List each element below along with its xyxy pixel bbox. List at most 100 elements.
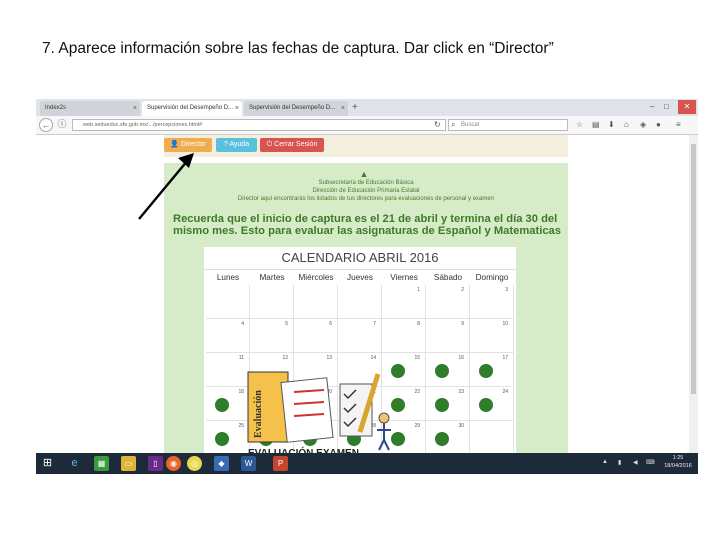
system-clock[interactable]: 1:25 18/04/2016 [662, 454, 694, 470]
calendar-day-cell: 9 [426, 319, 470, 353]
internet-explorer-icon[interactable]: e [67, 456, 82, 471]
reader-icon[interactable]: ▤ [592, 120, 600, 130]
capture-day-marker [215, 398, 229, 412]
calendar-day-cell: 4 [206, 319, 250, 353]
day-header: Miércoles [298, 273, 334, 282]
capture-day-marker [435, 364, 449, 378]
day-number: 23 [458, 389, 464, 395]
download-icon[interactable]: ⬇ [608, 120, 615, 130]
header-line: Subsecretaría de Educación Básica [318, 180, 414, 186]
day-number: 8 [417, 321, 420, 327]
folder-text: Evaluación [253, 390, 264, 438]
store-icon[interactable]: ▦ [94, 456, 109, 471]
reload-icon[interactable]: ↻ [434, 120, 441, 130]
app-icon[interactable]: ◆ [214, 456, 229, 471]
maximize-button[interactable]: □ [664, 100, 669, 114]
menu-icon[interactable]: ≡ [676, 120, 681, 130]
close-icon[interactable]: × [235, 101, 239, 116]
day-number: 6 [329, 321, 332, 327]
scrollbar-thumb[interactable] [691, 144, 696, 394]
home-icon[interactable]: ▲ [359, 170, 369, 179]
close-icon[interactable]: × [133, 101, 137, 116]
network-icon[interactable]: ▮ [618, 459, 621, 466]
day-number: 15 [414, 355, 420, 361]
calendar-day-cell: 8 [382, 319, 426, 353]
word-icon[interactable]: W [241, 456, 256, 471]
file-explorer-icon[interactable]: ▭ [121, 456, 136, 471]
paper-shape [280, 377, 334, 443]
day-number: 4 [241, 321, 244, 327]
account-icon[interactable]: ● [656, 120, 661, 130]
window-close-button[interactable]: ✕ [678, 100, 696, 114]
back-arrow-icon[interactable]: ← [39, 118, 53, 132]
calendar-day-cell: 16 [426, 353, 470, 387]
calendar: CALENDARIO ABRIL 2016 Lunes Martes Miércol… [204, 247, 516, 459]
calendar-day-cell: 17 [470, 353, 514, 387]
help-icon: ? [223, 141, 228, 148]
instruction-text: 7. Aparece información sobre las fechas … [42, 40, 554, 57]
folder-label: Evaluación [253, 390, 264, 438]
search-icon: ⌕ [451, 120, 456, 129]
calendar-day-cell: 24 [470, 387, 514, 421]
tab-supervision-2[interactable]: Supervisión del Desempeño D... × [244, 101, 348, 116]
divider [204, 269, 516, 270]
day-number: 14 [370, 355, 376, 361]
lock-icon: ⓘ [57, 119, 67, 129]
header-line: Director aquí encontrarás los listados d… [237, 196, 495, 202]
power-icon: ⏻ [266, 141, 273, 148]
onenote-icon[interactable]: ▯ [148, 456, 163, 471]
calendar-day-cell: 6 [294, 319, 338, 353]
help-label: Ayuda [229, 141, 250, 148]
calendar-day-cell [250, 285, 294, 319]
capture-day-marker [479, 364, 493, 378]
url-bar[interactable]: web.sedueduc.sfe.gob.mx/.../percepciones… [72, 119, 446, 131]
director-label: Director [181, 141, 206, 148]
clock-time: 1:25 [672, 455, 684, 461]
day-number: 5 [285, 321, 288, 327]
help-button[interactable]: ? Ayuda [216, 138, 257, 152]
capture-day-marker [435, 398, 449, 412]
capture-notice: Recuerda que el inicio de captura es el … [173, 213, 562, 237]
calendar-day-cell: 3 [470, 285, 514, 319]
minimize-button[interactable]: – [650, 100, 654, 114]
day-header: Sábado [433, 273, 463, 282]
tab-label: Index2s [45, 105, 67, 111]
windows-start-icon[interactable]: ⊞ [40, 456, 55, 471]
capture-day-marker [435, 432, 449, 446]
calendar-day-cell: 30 [426, 421, 470, 455]
browser-tab-bar: Index2s × Supervisión del Desempeño D...… [36, 99, 698, 116]
calendar-day-cell: 23 [426, 387, 470, 421]
tab-supervision-1[interactable]: Supervisión del Desempeño D... × [142, 101, 242, 116]
calendar-day-cell: 1 [382, 285, 426, 319]
volume-icon[interactable]: ◀ [633, 459, 638, 466]
day-header: Jueves [347, 273, 373, 282]
tray-arrow-icon[interactable]: ▲ [602, 459, 608, 465]
person-head [378, 412, 390, 424]
day-header: Viernes [390, 273, 418, 282]
firefox-icon[interactable]: ◉ [166, 456, 181, 471]
star-icon[interactable]: ☆ [576, 120, 583, 130]
chrome-icon[interactable]: ◎ [187, 456, 202, 471]
capture-day-marker [479, 398, 493, 412]
day-number: 11 [238, 355, 244, 361]
logout-button[interactable]: ⏻ Cerrar Sesión [260, 138, 324, 152]
home-icon[interactable]: ⌂ [624, 120, 629, 130]
header-line: Dirección de Educación Primaria Estatal [312, 188, 420, 194]
calendar-day-cell: 2 [426, 285, 470, 319]
powerpoint-icon[interactable]: P [273, 456, 288, 471]
tab-index[interactable]: Index2s × [40, 101, 140, 116]
search-input[interactable]: Buscar [448, 119, 568, 131]
day-number: 24 [502, 389, 508, 395]
director-button[interactable]: 👤 Director [164, 138, 212, 152]
day-number: 10 [502, 321, 508, 327]
day-header: Martes [259, 273, 285, 282]
day-number: 3 [505, 287, 508, 293]
pocket-icon[interactable]: ◈ [640, 120, 646, 130]
close-icon[interactable]: × [341, 101, 345, 116]
keyboard-icon[interactable]: ⌨ [646, 459, 655, 466]
logout-label: Cerrar Sesión [274, 141, 318, 148]
calendar-day-cell: 7 [338, 319, 382, 353]
day-number: 1 [417, 287, 420, 293]
new-tab-button[interactable]: + [352, 101, 358, 114]
day-number: 22 [414, 389, 420, 395]
